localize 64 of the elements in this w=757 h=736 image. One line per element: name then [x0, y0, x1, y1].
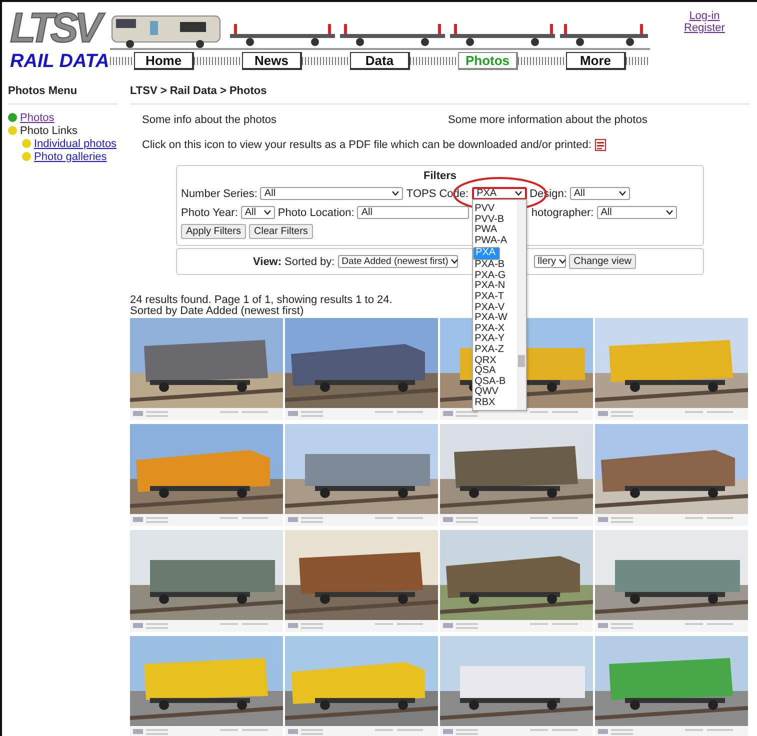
account-link[interactable]: Register [684, 22, 725, 34]
dropdown-option[interactable]: PXA-B [472, 260, 517, 271]
caret-icon [559, 259, 566, 264]
dropdown-option[interactable]: PXA-X [472, 324, 517, 334]
nav-tab[interactable]: Home [134, 52, 194, 70]
scrollbar[interactable] [516, 200, 526, 410]
dropdown-option[interactable]: QWV [472, 387, 517, 398]
photographer-select[interactable]: All [596, 206, 677, 219]
results-text: Sorted by Date Added (newest first) [130, 306, 304, 317]
filter-button[interactable]: Clear Filters [249, 224, 313, 239]
pdf-note: Click on this icon to view your results as a PDF file which can be downloaded and/or printed: [142, 139, 592, 151]
dropdown-option[interactable]: PVV [472, 204, 517, 215]
field-label: Sorted by: [284, 256, 335, 268]
tops-code-select[interactable]: PXA [472, 187, 527, 200]
site-subtitle: RAIL DATA [10, 50, 110, 74]
info-text: Some more information about the photos [448, 114, 648, 126]
caret-icon [392, 191, 400, 196]
sidebar-item[interactable]: Photo galleries [34, 150, 107, 162]
dropdown-option[interactable]: QSA [472, 366, 517, 377]
dropdown-option[interactable]: PXA-V [472, 302, 517, 314]
dropdown-option[interactable]: PXA-Z [472, 344, 517, 356]
results-text: 24 results found. Page 1 of 1, showing results 1 to 24. [130, 295, 392, 306]
layout-select[interactable]: llery [534, 255, 566, 268]
nav-tab[interactable]: News [242, 52, 302, 70]
field-label: Number Series: [181, 188, 258, 200]
info-text: Some info about the photos [142, 114, 278, 126]
dropdown-option[interactable]: PXA-T [472, 292, 517, 303]
dropdown-option[interactable]: PXA-W [472, 313, 517, 324]
filter-button[interactable]: Apply Filters [181, 224, 246, 239]
caret-icon [514, 191, 522, 196]
field-label: Photo Location: [278, 206, 354, 218]
caret-icon [618, 191, 626, 196]
dropdown-option[interactable]: PWA [472, 225, 517, 236]
pdf-icon[interactable] [595, 139, 606, 151]
dropdown-option[interactable]: PXA-Y [472, 334, 517, 345]
change-view-button[interactable]: Change view [568, 254, 636, 269]
dropdown-option[interactable]: PWA-A [472, 236, 517, 246]
nav-tab[interactable]: Data [350, 52, 410, 70]
sidebar-title: Photos Menu [8, 80, 118, 105]
number-series-select[interactable]: All [260, 187, 404, 200]
dropdown-option[interactable]: QRX [472, 356, 517, 366]
dropdown-option[interactable]: PVV-B [472, 214, 517, 226]
logo-text: LTSV [10, 6, 110, 50]
photo-year-select[interactable]: All [240, 206, 275, 219]
sidebar-item: Photo Links [20, 124, 78, 136]
dropdown-option[interactable]: PXA-N [472, 281, 517, 292]
filters-title: Filters [422, 170, 458, 182]
view-label: View: [253, 256, 282, 268]
account-link[interactable]: Log-in [689, 10, 720, 22]
caret-icon [451, 259, 458, 264]
dropdown-option[interactable]: PXA-G [472, 270, 517, 282]
nav-tab[interactable]: More [566, 52, 626, 70]
sidebar-item[interactable]: Photos [20, 112, 54, 124]
breadcrumb: LTSV > Rail Data > Photos [130, 80, 750, 105]
photo-location-select[interactable]: All [357, 206, 470, 219]
field-label: hotographer: [531, 206, 594, 218]
field-label: Photo Year: [181, 206, 238, 218]
caret-icon [666, 210, 673, 215]
dropdown-option[interactable]: RBX [472, 398, 517, 408]
sidebar-item[interactable]: Individual photos [34, 138, 117, 150]
design-select[interactable]: All [570, 187, 630, 200]
sort-select[interactable]: Date Added (newest first) [338, 255, 458, 268]
caret-icon [264, 210, 271, 215]
dropdown-option[interactable]: QSA-B [472, 376, 517, 388]
